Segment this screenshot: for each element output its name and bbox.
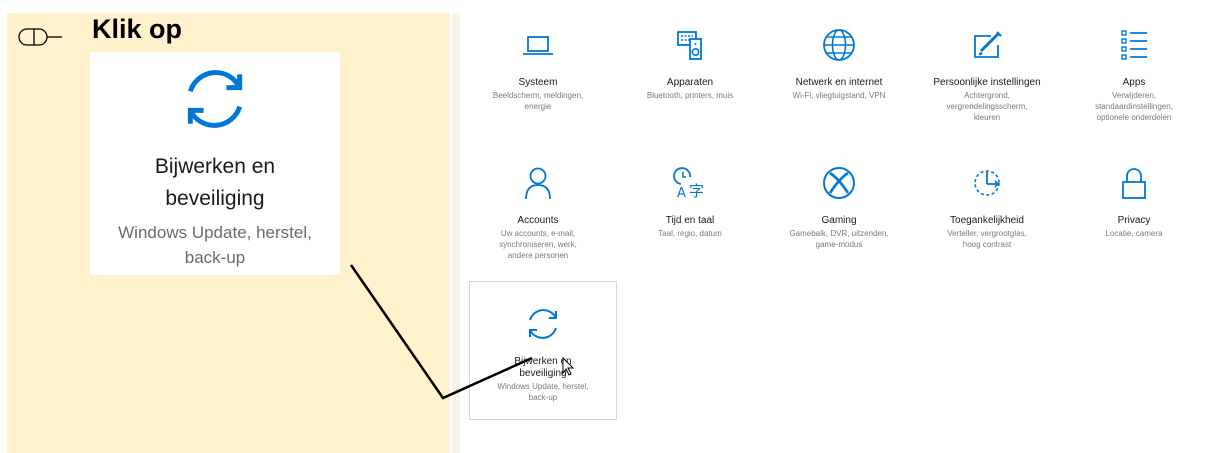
zoom-title-line1: Bijwerken en <box>154 155 276 178</box>
tile-title: Accounts <box>517 215 559 226</box>
tile-description: Beeldscherm, meldingen, energie <box>464 90 612 112</box>
tile-description: Taal, regio, datum <box>616 228 764 239</box>
tile-desc-line: back-up <box>528 393 558 402</box>
tile-desc-line: vergrendelingsscherm, <box>946 102 1028 111</box>
tile-desc-line: standaardinstellingen, <box>1095 102 1173 111</box>
panel-divider <box>452 13 460 453</box>
tile-desc-line: Windows Update, herstel, <box>497 382 589 391</box>
ease-of-access-icon <box>974 170 1000 196</box>
instruction-text: Klik op <box>92 14 183 44</box>
zoom-title: Bijwerken en beveiliging <box>90 151 340 215</box>
tile-title: Tijd en taal <box>665 215 715 226</box>
tile-persoonlijke-instellingen[interactable]: Persoonlijke instellingen Achtergrond, v… <box>913 25 1061 123</box>
tile-desc-line: optionele onderdelen <box>1096 113 1172 122</box>
tile-title: Netwerk en internet <box>795 77 883 88</box>
person-icon <box>525 167 551 200</box>
tile-desc-line: hoog contrast <box>962 240 1012 249</box>
tile-desc-line: energie <box>524 102 552 111</box>
tile-description: Locatie, camera <box>1060 228 1208 239</box>
tile-description: Verwijderen, standaardinstellingen, opti… <box>1060 90 1208 123</box>
tile-title: Systeem <box>518 77 558 88</box>
tile-description: Uw accounts, e-mail, synchroniseren, wer… <box>464 228 612 261</box>
tile-desc-line: Gamebalk, DVR, uitzenden, <box>789 229 889 238</box>
tile-description: Achtergrond, vergrendelingsscherm, kleur… <box>913 90 1061 123</box>
tile-description: Windows Update, herstel, back-up <box>470 381 616 403</box>
tile-desc-line: Beeldscherm, meldingen, <box>492 91 584 100</box>
tile-systeem[interactable]: Systeem Beeldscherm, meldingen, energie <box>464 25 612 112</box>
tile-desc-line: kleuren <box>973 113 1001 122</box>
tile-title: Privacy <box>1117 215 1151 226</box>
zoom-desc-line2: back-up <box>184 248 246 267</box>
settings-grid: Systeem Beeldscherm, meldingen, energie … <box>460 13 1210 453</box>
zoomed-update-security-tile: Bijwerken en beveiliging Windows Update,… <box>90 52 340 275</box>
tile-bijwerken-en-beveiliging[interactable]: Bijwerken en beveiliging Windows Update,… <box>469 281 617 420</box>
tile-desc-line: synchroniseren, werk, <box>499 240 577 249</box>
tile-tijd-en-taal[interactable]: A 字 Tijd en taal Taal, regio, datum <box>616 163 764 239</box>
tile-title: Apps <box>1122 77 1146 88</box>
mouse-icon <box>18 28 62 46</box>
laptop-icon <box>523 36 553 55</box>
tile-title: Bijwerken en beveiliging <box>514 356 572 379</box>
lock-icon <box>1122 168 1146 199</box>
xbox-icon <box>823 167 855 199</box>
zoom-desc-line1: Windows Update, herstel, <box>118 223 312 242</box>
tile-apparaten[interactable]: Apparaten Bluetooth, printers, muis <box>616 25 764 101</box>
tile-description: Wi-Fi, vliegtuigstand, VPN <box>765 90 913 101</box>
time-language-icon: A 字 <box>673 167 704 201</box>
zoom-title-line2: beveiliging <box>165 187 265 210</box>
tile-desc-line: Verwijderen, <box>1111 91 1157 100</box>
tile-desc-line: Uw accounts, e-mail, <box>500 229 576 238</box>
zoom-description: Windows Update, herstel, back-up <box>90 220 340 270</box>
apps-list-icon <box>1121 30 1147 60</box>
sync-icon <box>187 70 243 128</box>
tile-title: Persoonlijke instellingen <box>933 77 1041 88</box>
tile-desc-line: andere personen <box>507 251 569 260</box>
tile-description: Gamebalk, DVR, uitzenden, game-modus <box>765 228 913 250</box>
svg-text:A: A <box>677 186 686 201</box>
tile-desc-line: Taal, regio, datum <box>658 229 722 238</box>
tile-desc-line: Bluetooth, printers, muis <box>646 91 734 100</box>
tile-accounts[interactable]: Accounts Uw accounts, e-mail, synchronis… <box>464 163 612 261</box>
tile-desc-line: Verteller, vergrootglas, <box>947 229 1027 238</box>
tile-netwerk-en-internet[interactable]: Netwerk en internet Wi-Fi, vliegtuigstan… <box>765 25 913 101</box>
tile-desc-line: Locatie, camera <box>1105 229 1163 238</box>
tile-gaming[interactable]: Gaming Gamebalk, DVR, uitzenden, game-mo… <box>765 163 913 250</box>
tile-description: Verteller, vergrootglas, hoog contrast <box>913 228 1061 250</box>
tile-title: Gaming <box>821 215 857 226</box>
tile-desc-line: Achtergrond, <box>964 91 1010 100</box>
sync-icon <box>529 309 557 339</box>
tile-toegankelijkheid[interactable]: Toegankelijkheid Verteller, vergrootglas… <box>913 163 1061 250</box>
tile-desc-line: Wi-Fi, vliegtuigstand, VPN <box>792 91 886 100</box>
svg-text:字: 字 <box>689 182 704 200</box>
keyboard-speaker-icon <box>677 31 702 60</box>
globe-icon <box>823 29 855 61</box>
tile-title: Apparaten <box>666 77 714 88</box>
paint-brush-icon <box>974 31 1002 58</box>
tile-title: Toegankelijkheid <box>950 215 1024 226</box>
tile-privacy[interactable]: Privacy Locatie, camera <box>1060 163 1208 239</box>
tile-desc-line: game-modus <box>815 240 863 249</box>
tile-description: Bluetooth, printers, muis <box>616 90 764 101</box>
tile-apps[interactable]: Apps Verwijderen, standaardinstellingen,… <box>1060 25 1208 123</box>
